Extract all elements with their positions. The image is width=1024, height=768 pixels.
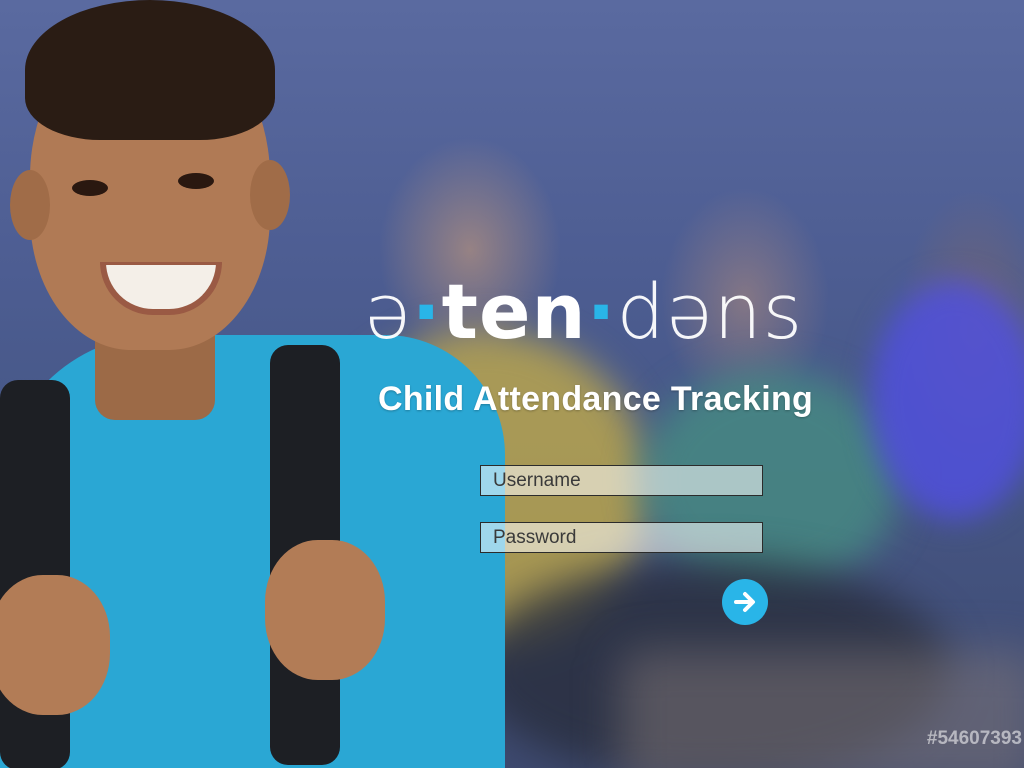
wordmark-part-1: ə [364,267,412,356]
foreground-child-ear-right [250,160,290,230]
app-logo-wordmark: ə·ten·dəns [364,274,803,350]
foreground-child-hand-right [265,540,385,680]
foreground-child-eye-left [72,180,108,196]
wordmark-part-3: dəns [616,267,804,356]
wordmark-part-2: ten [441,267,587,356]
arrow-right-icon [734,592,755,612]
foreground-child-hair [25,0,275,140]
foreground-child-ear-left [10,170,50,240]
wordmark-dot-2: · [586,267,617,356]
username-input[interactable] [480,465,763,496]
foreground-child-eye-right [178,173,214,189]
background-floor [620,650,1024,768]
login-submit-button[interactable] [722,579,768,625]
wordmark-dot-1: · [411,267,442,356]
password-input[interactable] [480,522,763,553]
foreground-child-hand-left [0,575,110,715]
app-tagline: Child Attendance Tracking [378,380,814,418]
stock-photo-watermark: #54607393 [926,728,1022,749]
